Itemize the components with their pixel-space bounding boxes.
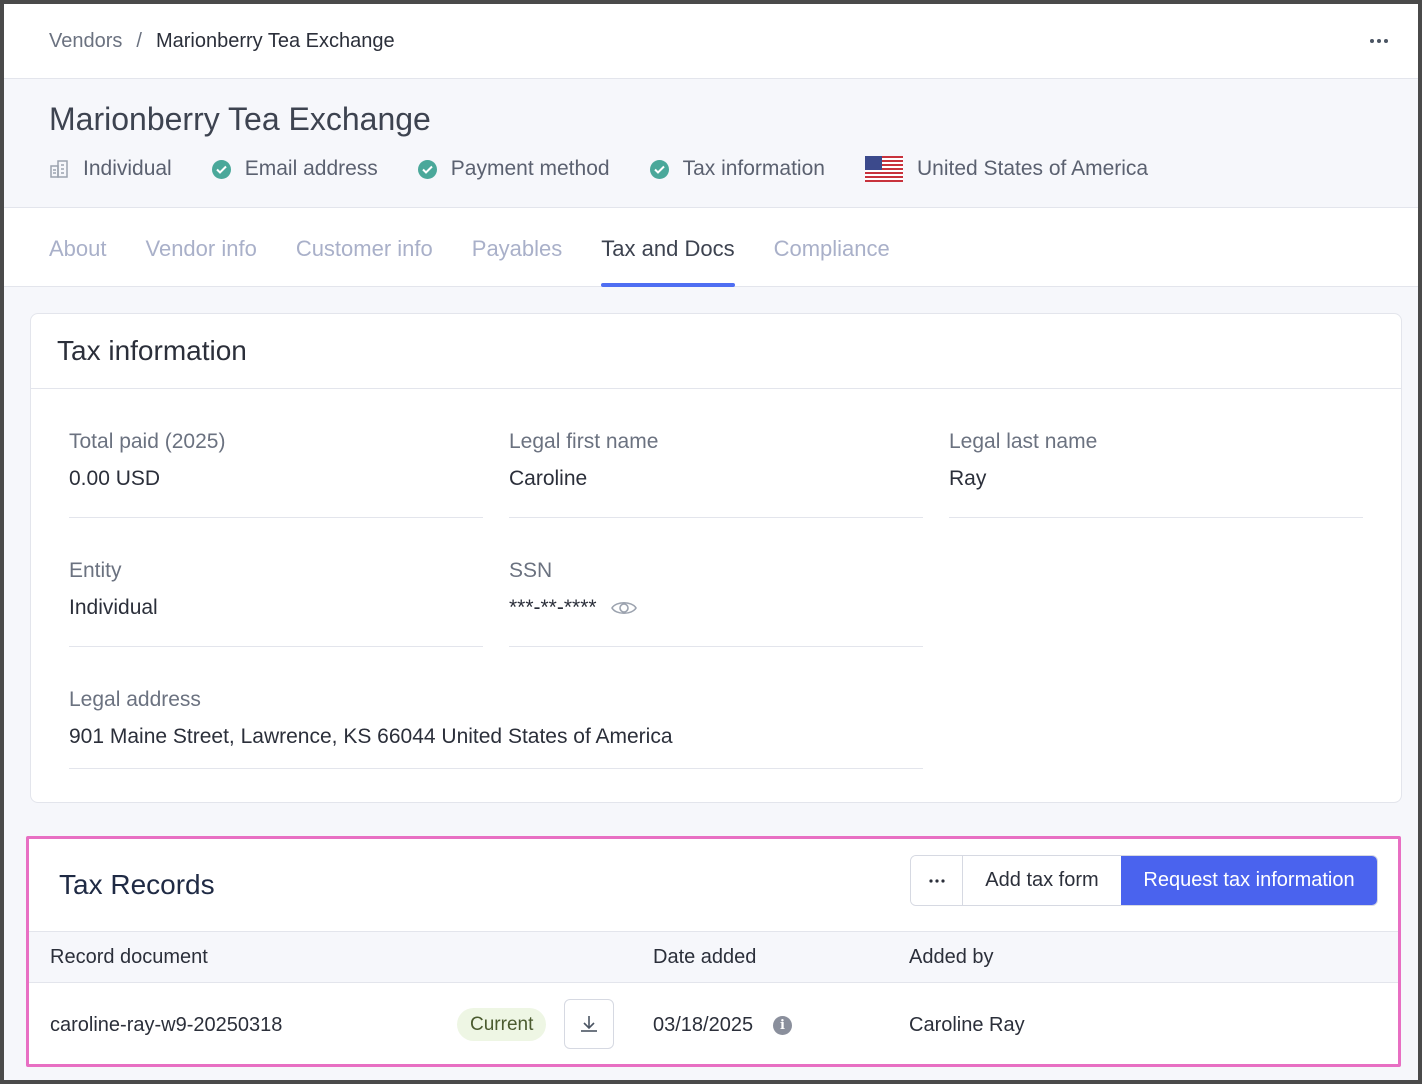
tax-records-header: Tax Records Add tax form Request tax inf… bbox=[29, 839, 1398, 932]
ssn-masked-value: ***-**-**** bbox=[509, 596, 597, 619]
vendor-meta-row: Individual Email address Payment method … bbox=[49, 156, 1188, 182]
field-value: Ray bbox=[949, 467, 987, 490]
field-value: 901 Maine Street, Lawrence, KS 66044 Uni… bbox=[69, 725, 673, 748]
us-flag-icon bbox=[864, 156, 903, 182]
check-circle-icon bbox=[211, 159, 231, 179]
breadcrumb-current: Marionberry Tea Exchange bbox=[155, 29, 395, 52]
eye-icon[interactable] bbox=[610, 599, 637, 617]
field-value-row: ***-**-**** bbox=[509, 596, 923, 620]
field-ssn: SSN ***-**-**** bbox=[509, 559, 923, 647]
meta-country: United States of America bbox=[864, 156, 1149, 182]
field-label: Entity bbox=[69, 559, 122, 582]
building-icon bbox=[49, 159, 69, 179]
tab-compliance[interactable]: Compliance bbox=[774, 208, 890, 287]
tab-vendor-info[interactable]: Vendor info bbox=[146, 208, 257, 287]
tab-about[interactable]: About bbox=[49, 208, 107, 287]
column-date-added: Date added bbox=[653, 946, 757, 968]
field-legal-first-name: Legal first name Caroline bbox=[509, 430, 923, 518]
download-icon bbox=[581, 1016, 597, 1032]
column-added-by: Added by bbox=[909, 946, 994, 968]
field-label: SSN bbox=[509, 559, 553, 582]
download-button[interactable] bbox=[564, 999, 614, 1049]
more-actions-button[interactable] bbox=[911, 856, 963, 905]
tax-information-card: Tax information Total paid (2025) 0.00 U… bbox=[30, 313, 1402, 803]
record-date-added: 03/18/2025 bbox=[653, 1014, 754, 1036]
breadcrumb: Vendors / Marionberry Tea Exchange bbox=[49, 30, 395, 53]
add-tax-form-button[interactable]: Add tax form bbox=[963, 856, 1121, 905]
meta-label: United States of America bbox=[916, 157, 1149, 180]
table-header: Record document Date added Added by bbox=[29, 932, 1398, 983]
tax-information-title: Tax information bbox=[57, 335, 247, 366]
record-document-name[interactable]: caroline-ray-w9-20250318 bbox=[50, 1014, 282, 1037]
field-label: Legal last name bbox=[949, 430, 1098, 453]
meta-label: Email address bbox=[244, 157, 378, 180]
tab-payables[interactable]: Payables bbox=[472, 208, 563, 287]
tax-records-section: Tax Records Add tax form Request tax inf… bbox=[26, 836, 1401, 1067]
field-value: 0.00 USD bbox=[69, 467, 161, 490]
field-value: Caroline bbox=[509, 467, 588, 490]
table-row: caroline-ray-w9-20250318 Current 03/18/2… bbox=[29, 983, 1398, 1064]
check-circle-icon bbox=[649, 159, 669, 179]
check-circle-icon bbox=[417, 159, 437, 179]
meta-tax-status: Tax information bbox=[649, 157, 825, 181]
field-label: Total paid (2025) bbox=[69, 430, 226, 453]
tab-tax-and-docs[interactable]: Tax and Docs bbox=[601, 208, 735, 287]
field-legal-last-name: Legal last name Ray bbox=[949, 430, 1363, 518]
meta-label: Tax information bbox=[682, 157, 825, 180]
breadcrumb-separator: / bbox=[136, 29, 142, 52]
meta-label: Payment method bbox=[450, 157, 610, 180]
info-icon[interactable]: i bbox=[773, 1016, 792, 1035]
meta-label: Individual bbox=[83, 157, 172, 180]
field-label: Legal address bbox=[69, 688, 201, 711]
top-bar: Vendors / Marionberry Tea Exchange bbox=[4, 4, 1418, 79]
field-total-paid: Total paid (2025) 0.00 USD bbox=[69, 430, 483, 518]
tab-bar: About Vendor info Customer info Payables… bbox=[4, 208, 1418, 287]
vendor-header: Marionberry Tea Exchange Individual Emai… bbox=[4, 79, 1418, 208]
field-legal-address: Legal address 901 Maine Street, Lawrence… bbox=[69, 688, 923, 769]
request-tax-information-button[interactable]: Request tax information bbox=[1121, 856, 1377, 905]
field-label: Legal first name bbox=[509, 430, 659, 453]
tax-records-title: Tax Records bbox=[59, 869, 215, 900]
tax-records-actions: Add tax form Request tax information bbox=[910, 855, 1378, 906]
field-value: Individual bbox=[69, 596, 158, 619]
meta-payment-status: Payment method bbox=[417, 157, 610, 181]
tab-customer-info[interactable]: Customer info bbox=[296, 208, 433, 287]
meta-entity-type: Individual bbox=[49, 157, 172, 181]
more-options-icon[interactable] bbox=[1366, 28, 1392, 54]
page-title: Marionberry Tea Exchange bbox=[49, 101, 431, 137]
record-added-by: Caroline Ray bbox=[909, 1014, 1025, 1036]
status-badge: Current bbox=[457, 1008, 547, 1041]
meta-email-status: Email address bbox=[211, 157, 378, 181]
breadcrumb-vendors-link[interactable]: Vendors bbox=[49, 30, 122, 53]
column-record-document: Record document bbox=[50, 946, 208, 968]
field-entity: Entity Individual bbox=[69, 559, 483, 647]
tax-information-header: Tax information bbox=[31, 314, 1401, 389]
app-frame: Vendors / Marionberry Tea Exchange Mario… bbox=[4, 4, 1418, 1080]
